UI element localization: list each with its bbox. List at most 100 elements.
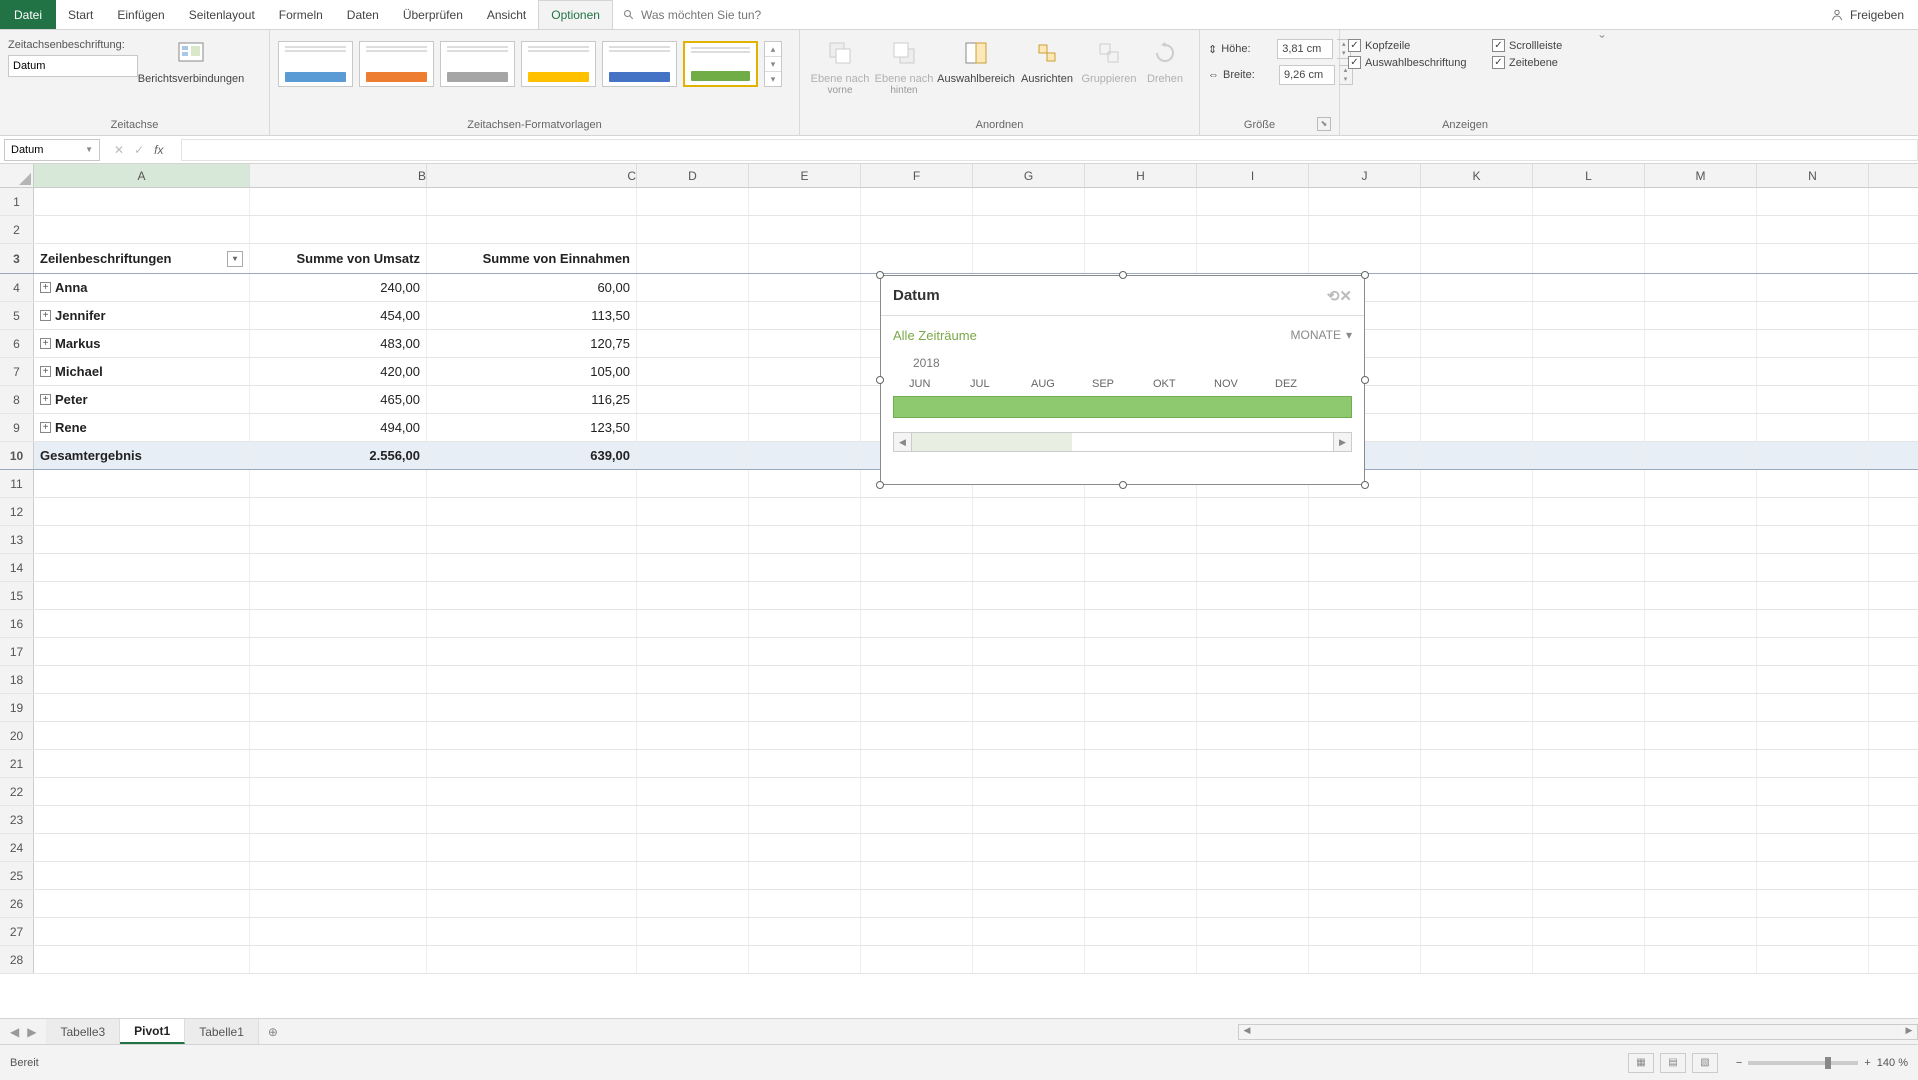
- resize-handle[interactable]: [1361, 481, 1369, 489]
- selection-pane-button[interactable]: Auswahlbereich: [936, 33, 1016, 85]
- style-thumb-gray[interactable]: [440, 41, 515, 87]
- cell[interactable]: [749, 386, 861, 413]
- cell[interactable]: [637, 302, 749, 329]
- cell[interactable]: [1533, 806, 1645, 833]
- cell[interactable]: [749, 778, 861, 805]
- cell[interactable]: [1533, 498, 1645, 525]
- cell[interactable]: [1533, 358, 1645, 385]
- cell[interactable]: [1645, 302, 1757, 329]
- slicer-month[interactable]: AUG: [1031, 378, 1092, 390]
- cell[interactable]: [250, 918, 427, 945]
- cell[interactable]: [637, 750, 749, 777]
- cell[interactable]: [749, 834, 861, 861]
- name-box[interactable]: Datum▼: [4, 139, 100, 161]
- cell[interactable]: [34, 946, 250, 973]
- cell[interactable]: [427, 216, 637, 243]
- pivot-value[interactable]: 420,00: [250, 358, 427, 385]
- row-header[interactable]: 14: [0, 554, 34, 581]
- col-header-H[interactable]: H: [1085, 164, 1197, 187]
- cell[interactable]: [973, 890, 1085, 917]
- cell[interactable]: [34, 216, 250, 243]
- cell[interactable]: [1085, 946, 1197, 973]
- pivot-total-value[interactable]: 639,00: [427, 442, 637, 469]
- cell[interactable]: [1197, 778, 1309, 805]
- cell[interactable]: [637, 216, 749, 243]
- cell[interactable]: [1757, 610, 1869, 637]
- cell[interactable]: [861, 666, 973, 693]
- tab-pagelayout[interactable]: Seitenlayout: [177, 0, 267, 29]
- add-sheet-button[interactable]: ⊕: [259, 1025, 287, 1039]
- cell[interactable]: [861, 918, 973, 945]
- cell[interactable]: [427, 666, 637, 693]
- cell[interactable]: [34, 862, 250, 889]
- cell[interactable]: [749, 526, 861, 553]
- cell[interactable]: [1533, 834, 1645, 861]
- cell[interactable]: [1421, 694, 1533, 721]
- cell[interactable]: [1197, 610, 1309, 637]
- cell[interactable]: [1757, 386, 1869, 413]
- cell[interactable]: [1085, 498, 1197, 525]
- timeline-slicer[interactable]: Datum ⟲✕ Alle Zeiträume MONATE▾ 2018 JUN…: [880, 275, 1365, 485]
- formula-input[interactable]: [181, 139, 1918, 161]
- cell[interactable]: [427, 890, 637, 917]
- chk-selection-label[interactable]: ✓: [1348, 56, 1361, 69]
- pivot-value[interactable]: 494,00: [250, 414, 427, 441]
- cell[interactable]: [1309, 918, 1421, 945]
- cell[interactable]: [1533, 722, 1645, 749]
- cell[interactable]: [1085, 582, 1197, 609]
- cell[interactable]: [749, 638, 861, 665]
- cell[interactable]: [973, 610, 1085, 637]
- cell[interactable]: [637, 386, 749, 413]
- pivot-value[interactable]: 240,00: [250, 274, 427, 301]
- cell[interactable]: [1421, 666, 1533, 693]
- cell[interactable]: [34, 750, 250, 777]
- row-header[interactable]: 2: [0, 216, 34, 243]
- col-header-K[interactable]: K: [1421, 164, 1533, 187]
- cell[interactable]: [1645, 638, 1757, 665]
- cell[interactable]: [1309, 244, 1421, 273]
- pivot-row-label[interactable]: +Markus: [34, 330, 250, 357]
- cell[interactable]: [1757, 414, 1869, 441]
- cell[interactable]: [973, 750, 1085, 777]
- cell[interactable]: [34, 498, 250, 525]
- resize-handle[interactable]: [1119, 481, 1127, 489]
- cell[interactable]: [1533, 386, 1645, 413]
- view-normal-button[interactable]: ▦: [1628, 1053, 1654, 1073]
- col-header-I[interactable]: I: [1197, 164, 1309, 187]
- cell[interactable]: [250, 554, 427, 581]
- cell[interactable]: [1757, 244, 1869, 273]
- expand-icon[interactable]: +: [40, 338, 51, 349]
- cell[interactable]: [1197, 694, 1309, 721]
- cell[interactable]: [637, 722, 749, 749]
- cell[interactable]: [1757, 890, 1869, 917]
- resize-handle[interactable]: [876, 376, 884, 384]
- cell[interactable]: [1757, 274, 1869, 301]
- pivot-row-label[interactable]: +Jennifer: [34, 302, 250, 329]
- cell[interactable]: [973, 918, 1085, 945]
- cell[interactable]: [427, 470, 637, 497]
- cell[interactable]: [1421, 834, 1533, 861]
- expand-icon[interactable]: +: [40, 394, 51, 405]
- cell[interactable]: [427, 582, 637, 609]
- cell[interactable]: [1645, 834, 1757, 861]
- cell[interactable]: [1533, 890, 1645, 917]
- tab-review[interactable]: Überprüfen: [391, 0, 475, 29]
- cell[interactable]: [637, 554, 749, 581]
- cell[interactable]: [1421, 358, 1533, 385]
- cell[interactable]: [427, 526, 637, 553]
- cell[interactable]: [427, 188, 637, 215]
- cell[interactable]: [1645, 890, 1757, 917]
- row-header[interactable]: 24: [0, 834, 34, 861]
- cell[interactable]: [973, 554, 1085, 581]
- cell[interactable]: [34, 918, 250, 945]
- row-header[interactable]: 16: [0, 610, 34, 637]
- pivot-value[interactable]: 123,50: [427, 414, 637, 441]
- cell[interactable]: [1197, 806, 1309, 833]
- cell[interactable]: [749, 918, 861, 945]
- cell[interactable]: [1197, 498, 1309, 525]
- cell[interactable]: [973, 498, 1085, 525]
- row-header[interactable]: 21: [0, 750, 34, 777]
- cell[interactable]: [250, 890, 427, 917]
- cell[interactable]: [427, 694, 637, 721]
- cell[interactable]: [1197, 188, 1309, 215]
